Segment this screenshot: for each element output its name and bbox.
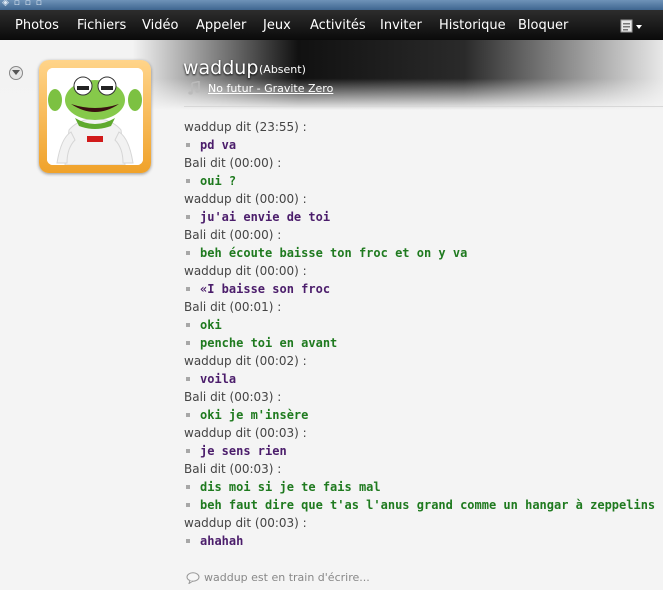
message-line: oki: [184, 316, 654, 334]
avatar: [47, 68, 143, 165]
contact-status: (Absent): [259, 63, 306, 76]
contact-avatar-frame[interactable]: [39, 60, 151, 173]
message-line: ju'ai envie de toi: [184, 208, 654, 226]
collapse-button[interactable]: [9, 66, 23, 80]
bullet-icon: [186, 376, 190, 381]
message-sender-line: waddup dit (00:03) :: [184, 426, 307, 440]
menu-fichiers[interactable]: Fichiers: [77, 18, 126, 33]
message-text: beh écoute baisse ton froc et on y va: [200, 246, 468, 260]
message-text: dis moi si je te fais mal: [200, 480, 381, 494]
bullet-icon: [186, 322, 190, 327]
menu-photos[interactable]: Photos: [15, 18, 59, 33]
message-sender-line: waddup dit (00:03) :: [184, 516, 307, 530]
message-sender-line: waddup dit (00:00) :: [184, 264, 307, 278]
message-line: dis moi si je te fais mal: [184, 478, 654, 496]
message-sender-line: Bali dit (00:03) :: [184, 390, 282, 404]
message-sender-line: waddup dit (00:00) :: [184, 192, 307, 206]
now-playing-link[interactable]: No futur - Gravite Zero: [208, 82, 333, 95]
menu-historique[interactable]: Historique: [439, 18, 506, 33]
bullet-icon: [186, 214, 190, 219]
menu-bloquer[interactable]: Bloquer: [518, 18, 568, 33]
message-sender-line: waddup dit (00:02) :: [184, 354, 307, 368]
message-sender-line: Bali dit (00:00) :: [184, 156, 282, 170]
message-line: oki je m'insère: [184, 406, 654, 424]
bullet-icon: [186, 412, 190, 417]
bullet-icon: [186, 502, 190, 507]
message-text: beh faut dire que t'as l'anus grand comm…: [200, 498, 656, 512]
bullet-icon: [186, 178, 190, 183]
menu-bar: Photos Fichiers Vidéo Appeler Jeux Activ…: [0, 10, 663, 40]
menu-appeler[interactable]: Appeler: [196, 18, 246, 33]
title-bar-glyphs-icon: ◈ ▫ ▫ ▫: [2, 0, 43, 8]
message-line: beh faut dire que t'as l'anus grand comm…: [184, 496, 656, 514]
header-divider: [184, 106, 663, 107]
bullet-icon: [186, 286, 190, 291]
bullet-icon: [186, 484, 190, 489]
message-line: je sens rien: [184, 442, 654, 460]
message-text: oki: [200, 318, 222, 332]
message-text: oki je m'insère: [200, 408, 309, 422]
contact-name: waddup: [183, 57, 259, 79]
menu-video[interactable]: Vidéo: [142, 18, 178, 33]
bullet-icon: [186, 142, 190, 147]
message-line: beh écoute baisse ton froc et on y va: [184, 244, 654, 262]
message-text: «I baisse son froc: [200, 282, 331, 296]
typing-status: waddup est en train d'écrire...: [204, 571, 370, 584]
message-line: oui ?: [184, 172, 654, 190]
message-line: pd va: [184, 136, 654, 154]
message-sender-line: Bali dit (00:03) :: [184, 462, 282, 476]
bullet-icon: [186, 538, 190, 543]
message-line: voila: [184, 370, 654, 388]
message-line: «I baisse son froc: [184, 280, 654, 298]
menu-jeux[interactable]: Jeux: [263, 18, 291, 33]
message-line: penche toi en avant: [184, 334, 654, 352]
speech-bubble-icon: [186, 571, 200, 584]
kermit-avatar-image: [47, 68, 143, 165]
title-bar: ◈ ▫ ▫ ▫: [0, 0, 663, 10]
bullet-icon: [186, 340, 190, 345]
chevron-down-icon: [12, 70, 20, 75]
message-text: pd va: [200, 138, 237, 152]
message-line: ahahah: [184, 532, 654, 550]
menu-inviter[interactable]: Inviter: [380, 18, 422, 33]
message-sender-line: Bali dit (00:00) :: [184, 228, 282, 242]
bullet-icon: [186, 250, 190, 255]
message-text: voila: [200, 372, 237, 386]
message-sender-line: waddup dit (23:55) :: [184, 120, 307, 134]
dropdown-menu-icon: [620, 19, 642, 33]
bullet-icon: [186, 448, 190, 453]
message-text: ju'ai envie de toi: [200, 210, 331, 224]
message-sender-line: Bali dit (00:01) :: [184, 300, 282, 314]
message-text: ahahah: [200, 534, 244, 548]
conversation-history: waddup dit (23:55) : pd va Bali dit (00:00…: [184, 118, 656, 550]
music-note-icon: [188, 81, 200, 95]
menu-activites[interactable]: Activités: [310, 18, 366, 33]
typing-indicator: waddup est en train d'écrire...: [186, 571, 370, 584]
menu-options-button[interactable]: [619, 18, 645, 34]
message-text: je sens rien: [200, 444, 287, 458]
message-text: penche toi en avant: [200, 336, 338, 350]
message-text: oui ?: [200, 174, 237, 188]
